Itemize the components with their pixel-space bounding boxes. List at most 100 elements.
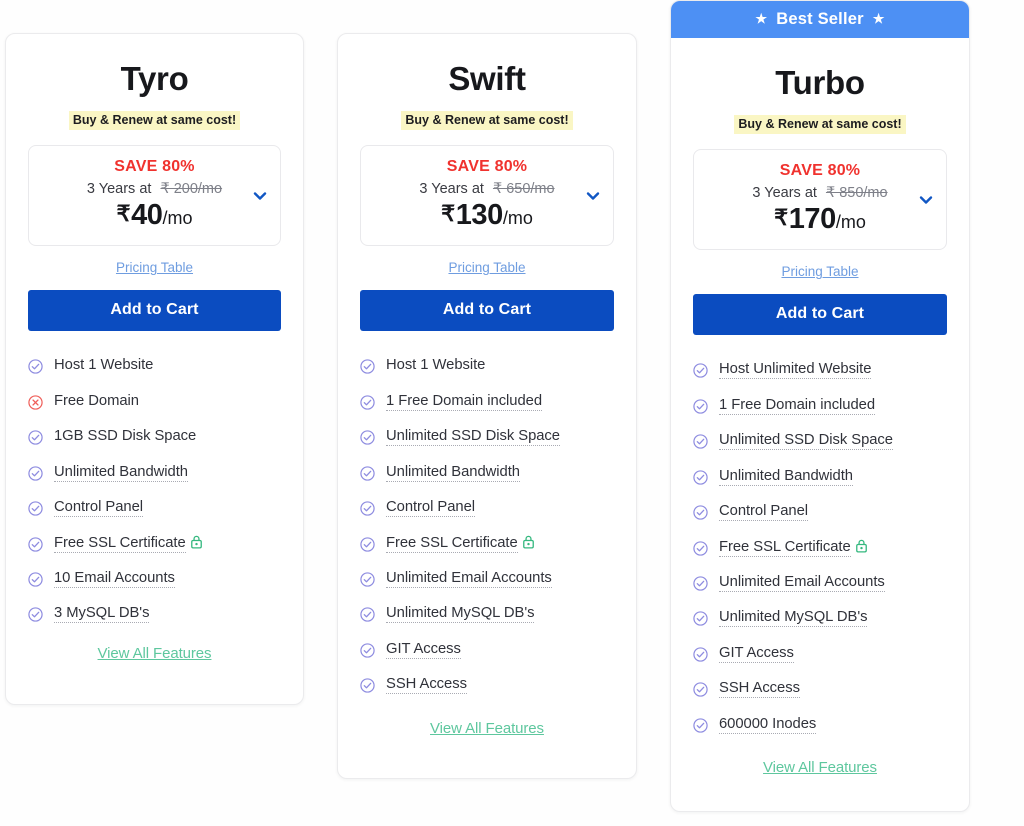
feature-label[interactable]: Free SSL Certificate — [386, 534, 535, 553]
feature-item: Host Unlimited Website — [693, 361, 947, 380]
feature-label[interactable]: Unlimited Bandwidth — [719, 467, 853, 486]
feature-label[interactable]: Unlimited Email Accounts — [386, 569, 552, 588]
check-circle-icon — [693, 469, 708, 485]
feature-label[interactable]: SSH Access — [386, 676, 467, 695]
view-all-features-link[interactable]: View All Features — [98, 645, 212, 662]
feature-text: 1 Free Domain included — [719, 396, 875, 415]
view-all-features-wrap: View All Features — [360, 720, 614, 738]
currency-symbol: ₹ — [441, 201, 455, 227]
view-all-features-wrap: View All Features — [28, 645, 281, 663]
term-label: 3 Years at — [419, 181, 484, 198]
feature-text: 1GB SSD Disk Space — [54, 428, 197, 445]
lock-icon — [190, 535, 203, 549]
feature-label[interactable]: 10 Email Accounts — [54, 569, 175, 588]
pricing-table-link[interactable]: Pricing Table — [781, 264, 858, 279]
lock-icon — [855, 539, 868, 553]
feature-label[interactable]: Free SSL Certificate — [719, 538, 868, 557]
feature-item: Control Panel — [28, 499, 281, 518]
check-circle-icon — [693, 434, 708, 449]
term-row: 3 Years at ₹ 200/mo — [39, 181, 270, 197]
feature-item: 10 Email Accounts — [28, 569, 281, 588]
check-circle-icon — [693, 540, 708, 556]
pricing-table-link[interactable]: Pricing Table — [116, 260, 193, 275]
feature-text: Unlimited SSD Disk Space — [719, 432, 893, 451]
check-circle-icon — [360, 536, 375, 552]
feature-text: 600000 Inodes — [719, 715, 817, 734]
check-circle-icon — [360, 501, 375, 516]
check-circle-icon — [360, 643, 375, 658]
feature-item: GIT Access — [693, 644, 947, 663]
chevron-down-icon[interactable] — [585, 188, 601, 204]
add-to-cart-button[interactable]: Add to Cart — [693, 294, 947, 336]
feature-text: Unlimited MySQL DB's — [719, 609, 868, 628]
pricing-table-link[interactable]: Pricing Table — [448, 260, 525, 275]
feature-text: Unlimited Email Accounts — [719, 573, 885, 592]
feature-text: Free SSL Certificate — [386, 534, 518, 553]
feature-label[interactable]: Unlimited SSD Disk Space — [386, 428, 560, 447]
check-circle-icon — [693, 399, 708, 414]
feature-text: SSH Access — [386, 676, 467, 695]
price-amount: 130 — [455, 199, 504, 232]
feature-label[interactable]: Unlimited SSD Disk Space — [719, 432, 893, 451]
view-all-features-link[interactable]: View All Features — [763, 759, 877, 776]
feature-label[interactable]: Free SSL Certificate — [54, 534, 203, 553]
feature-item: GIT Access — [360, 640, 614, 659]
feature-label[interactable]: Control Panel — [386, 499, 475, 518]
price-period: /mo — [835, 212, 866, 233]
check-circle-icon — [28, 465, 43, 481]
feature-label[interactable]: Control Panel — [719, 503, 808, 522]
check-circle-icon — [28, 536, 43, 552]
view-all-features-link[interactable]: View All Features — [430, 720, 544, 737]
check-circle-icon — [693, 647, 708, 662]
check-circle-icon — [693, 363, 708, 378]
best-seller-label: Best Seller — [776, 10, 864, 28]
feature-item: 3 MySQL DB's — [28, 605, 281, 624]
pricing-card-turbo: ★ Best Seller ★ Turbo Buy & Renew at sam… — [670, 0, 970, 812]
feature-label: Free Domain — [54, 393, 139, 410]
check-circle-icon — [28, 501, 43, 516]
price-period: /mo — [162, 208, 193, 229]
feature-text: 3 MySQL DB's — [54, 605, 150, 624]
add-to-cart-button[interactable]: Add to Cart — [360, 290, 614, 332]
feature-label[interactable]: Unlimited Bandwidth — [54, 463, 188, 482]
best-seller-banner: ★ Best Seller ★ — [671, 1, 969, 38]
feature-text: 10 Email Accounts — [54, 569, 175, 588]
feature-label[interactable]: 3 MySQL DB's — [54, 605, 150, 624]
pricing-table-link-wrap: Pricing Table — [28, 259, 281, 277]
feature-label[interactable]: 1 Free Domain included — [386, 392, 542, 411]
old-price: ₹ 850/mo — [825, 185, 888, 202]
term-label: 3 Years at — [86, 181, 152, 198]
feature-item: Unlimited MySQL DB's — [360, 605, 614, 624]
feature-text: Unlimited Bandwidth — [719, 467, 853, 486]
feature-label[interactable]: Unlimited MySQL DB's — [386, 605, 535, 624]
feature-label[interactable]: 600000 Inodes — [719, 715, 817, 734]
card-body: Tyro Buy & Renew at same cost! SAVE 80% … — [6, 34, 303, 663]
feature-item: Unlimited Email Accounts — [360, 569, 614, 588]
feature-item: 1 Free Domain included — [360, 392, 614, 411]
feature-label[interactable]: Unlimited Email Accounts — [719, 573, 885, 592]
old-price: ₹ 650/mo — [492, 181, 555, 198]
feature-label[interactable]: SSH Access — [719, 680, 800, 699]
lock-icon — [522, 535, 535, 549]
check-circle-icon — [360, 678, 375, 693]
feature-label[interactable]: 1 Free Domain included — [719, 396, 875, 415]
feature-label[interactable]: GIT Access — [386, 640, 461, 659]
card-body: Turbo Buy & Renew at same cost! SAVE 80%… — [671, 38, 969, 777]
cross-circle-icon — [28, 395, 43, 410]
check-circle-icon — [360, 395, 375, 410]
chevron-down-icon[interactable] — [252, 188, 268, 204]
feature-label[interactable]: Unlimited MySQL DB's — [719, 609, 868, 628]
feature-item: Unlimited SSD Disk Space — [360, 428, 614, 447]
feature-label[interactable]: GIT Access — [719, 644, 794, 663]
feature-label[interactable]: Control Panel — [54, 499, 143, 518]
chevron-down-icon[interactable] — [918, 192, 934, 208]
current-price: ₹130/mo — [371, 198, 603, 232]
feature-label[interactable]: Unlimited Bandwidth — [386, 463, 520, 482]
check-circle-icon — [28, 607, 43, 623]
feature-item: Free SSL Certificate — [693, 538, 947, 557]
feature-label[interactable]: Host Unlimited Website — [719, 361, 871, 380]
add-to-cart-button[interactable]: Add to Cart — [28, 290, 281, 332]
renew-note-wrap: Buy & Renew at same cost! — [693, 114, 947, 135]
feature-text: Host 1 Website — [54, 357, 154, 374]
currency-symbol: ₹ — [774, 205, 788, 231]
